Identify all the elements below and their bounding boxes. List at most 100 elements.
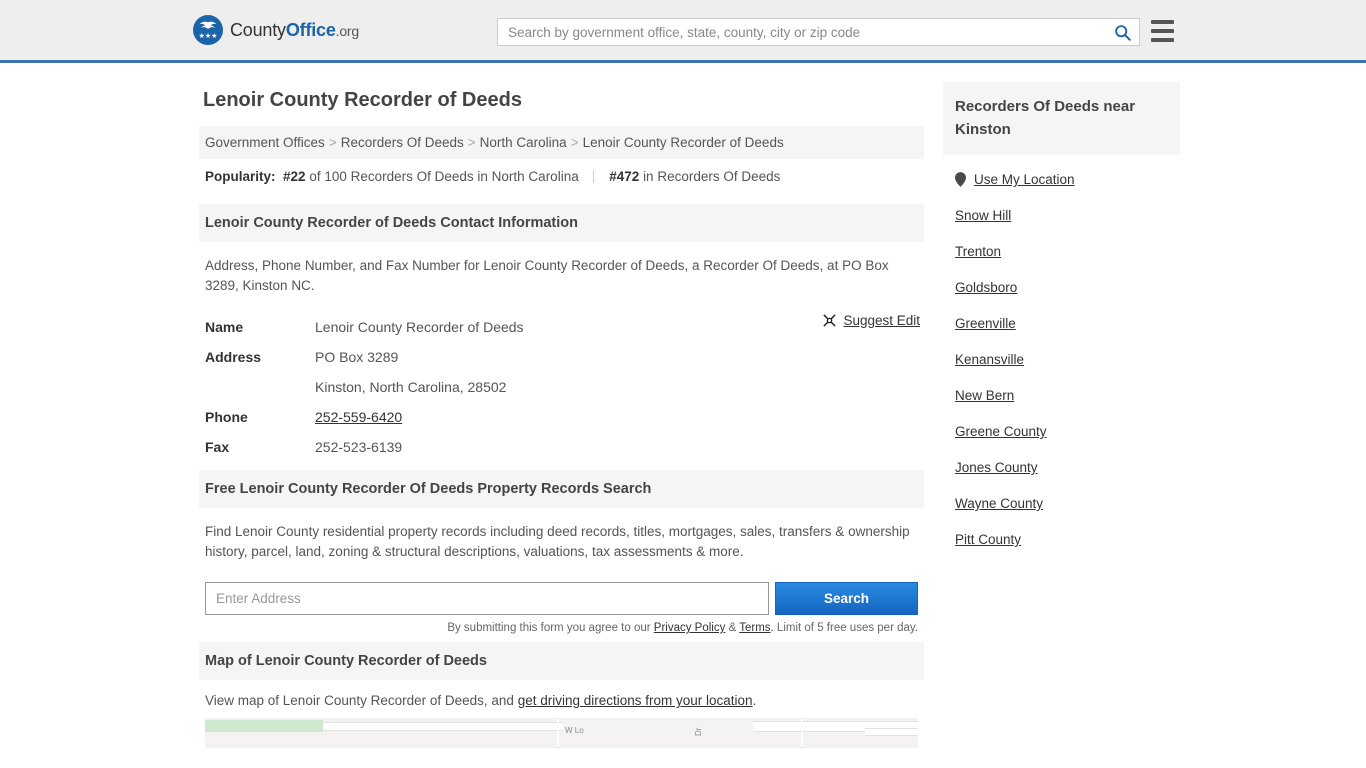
breadcrumb-item-current: Lenoir County Recorder of Deeds [582, 135, 784, 150]
sidebar-item-wayne-county[interactable]: Wayne County [955, 496, 1168, 511]
table-row: Fax 252-523-6139 [205, 432, 918, 462]
popularity-bar: Popularity: #22 of 100 Recorders Of Deed… [199, 159, 924, 196]
site-header: ★★★ CountyOffice.org [0, 0, 1366, 63]
site-logo[interactable]: ★★★ CountyOffice.org [193, 15, 359, 45]
phone-link[interactable]: 252-559-6420 [315, 409, 402, 425]
sidebar-link[interactable]: Greene County [955, 424, 1047, 439]
global-search-bar[interactable] [497, 18, 1140, 46]
popularity-national-rank: #472 [609, 169, 640, 184]
sidebar-item-pitt-county[interactable]: Pitt County [955, 532, 1168, 547]
map-section-note: View map of Lenoir County Recorder of De… [199, 680, 924, 718]
logo-wordmark: CountyOffice.org [230, 20, 359, 41]
sidebar: Recorders Of Deeds near Kinston Use My L… [943, 63, 1180, 748]
main-content: Lenoir County Recorder of Deeds Governme… [199, 63, 924, 748]
popularity-divider [593, 170, 595, 183]
suggest-edit-button[interactable]: Suggest Edit [822, 313, 920, 328]
stars-glyph: ★★★ [198, 33, 218, 40]
fineprint-prefix: By submitting this form you agree to our [447, 622, 651, 634]
contact-row-label: Fax [205, 439, 230, 455]
sidebar-links: Use My Location Snow Hill Trenton Goldsb… [943, 155, 1180, 547]
sidebar-link[interactable]: Jones County [955, 460, 1038, 475]
hamburger-bar [1151, 29, 1174, 33]
use-my-location-link[interactable]: Use My Location [974, 172, 1075, 187]
map-label: Dr [694, 727, 703, 736]
sidebar-item-greene-county[interactable]: Greene County [955, 424, 1168, 439]
breadcrumb-item-government-offices[interactable]: Government Offices [205, 135, 325, 150]
breadcrumb-separator: > [570, 135, 579, 150]
property-search-description: Find Lenoir County residential property … [205, 524, 910, 559]
contact-row-label [205, 372, 315, 402]
property-search-button[interactable]: Search [775, 582, 918, 615]
hamburger-menu-icon[interactable] [1151, 18, 1174, 44]
sidebar-link[interactable]: Trenton [955, 244, 1001, 259]
search-icon [1114, 24, 1131, 41]
breadcrumb-item-north-carolina[interactable]: North Carolina [480, 135, 567, 150]
hamburger-bar [1151, 38, 1174, 42]
table-row: Address PO Box 3289 [205, 342, 918, 372]
contact-row-value-city-state-zip: Kinston, North Carolina, 28502 [315, 379, 507, 395]
breadcrumb-item-recorders-of-deeds[interactable]: Recorders Of Deeds [341, 135, 464, 150]
sidebar-heading: Recorders Of Deeds near Kinston [943, 82, 1180, 155]
sidebar-item-kenansville[interactable]: Kenansville [955, 352, 1168, 367]
map-road [801, 718, 803, 748]
contact-row-label: Phone [205, 409, 248, 425]
page-title: Lenoir County Recorder of Deeds [203, 89, 522, 111]
map-pin-icon [955, 172, 966, 187]
search-submit-button[interactable] [1105, 19, 1139, 45]
terms-link[interactable]: Terms [739, 622, 770, 634]
breadcrumb-separator: > [328, 135, 337, 150]
map-road [557, 718, 559, 748]
popularity-label: Popularity: [205, 169, 276, 184]
map-label: W Lo [565, 726, 584, 735]
contact-row-value-phone: 252-559-6420 [315, 402, 402, 432]
search-input[interactable] [498, 19, 1105, 45]
eagle-seal-icon: ★★★ [193, 15, 223, 45]
driving-directions-link[interactable]: get driving directions from your locatio… [518, 693, 753, 708]
map-road [323, 722, 563, 731]
form-fineprint: By submitting this form you agree to our… [199, 615, 924, 634]
map-section-heading: Map of Lenoir County Recorder of Deeds [199, 642, 924, 680]
property-search-heading: Free Lenoir County Recorder Of Deeds Pro… [199, 470, 924, 508]
map-park-area [205, 720, 323, 732]
sidebar-link[interactable]: Wayne County [955, 496, 1043, 511]
sidebar-link[interactable]: Goldsboro [955, 280, 1017, 295]
sidebar-link[interactable]: Greenville [955, 316, 1016, 331]
sidebar-item-new-bern[interactable]: New Bern [955, 388, 1168, 403]
contact-row-value-fax: 252-523-6139 [315, 439, 403, 455]
sidebar-link[interactable]: Pitt County [955, 532, 1021, 547]
breadcrumb: Government Offices > Recorders Of Deeds > No… [199, 126, 924, 159]
contact-row-label: Address [205, 349, 262, 365]
map-road [865, 728, 918, 736]
privacy-policy-link[interactable]: Privacy Policy [654, 622, 726, 634]
breadcrumb-separator: > [467, 135, 476, 150]
contact-details-table: Name Lenoir County Recorder of Deeds Add… [199, 304, 924, 462]
sidebar-item-use-my-location[interactable]: Use My Location [955, 172, 1168, 187]
table-row: Phone 252-559-6420 [205, 402, 918, 432]
popularity-national-text: in Recorders Of Deeds [643, 169, 781, 184]
sidebar-link[interactable]: Kenansville [955, 352, 1024, 367]
contact-section-description: Address, Phone Number, and Fax Number fo… [205, 258, 889, 293]
suggest-edit-label: Suggest Edit [843, 313, 920, 328]
map-note-suffix: . [752, 693, 757, 708]
sidebar-item-trenton[interactable]: Trenton [955, 244, 1168, 259]
sidebar-item-snow-hill[interactable]: Snow Hill [955, 208, 1168, 223]
sidebar-item-greenville[interactable]: Greenville [955, 316, 1168, 331]
hamburger-bar [1151, 20, 1174, 24]
property-search-form: Search [199, 570, 924, 615]
address-input[interactable] [205, 582, 769, 615]
contact-section-heading: Lenoir County Recorder of Deeds Contact … [199, 204, 924, 242]
sidebar-item-goldsboro[interactable]: Goldsboro [955, 280, 1168, 295]
fineprint-suffix: . Limit of 5 free uses per day. [770, 622, 918, 634]
sidebar-item-jones-county[interactable]: Jones County [955, 460, 1168, 475]
popularity-state-text: of 100 Recorders Of Deeds in North Carol… [309, 169, 579, 184]
sidebar-link[interactable]: Snow Hill [955, 208, 1011, 223]
eagle-glyph [199, 21, 217, 29]
map-embed[interactable]: W Lo Dr Rd St [205, 718, 918, 748]
logo-text-office: Office [285, 19, 336, 40]
map-note-prefix: View map of Lenoir County Recorder of De… [205, 693, 514, 708]
contact-row-value-address: PO Box 3289 [315, 349, 399, 365]
sidebar-link[interactable]: New Bern [955, 388, 1014, 403]
logo-text-org: .org [335, 22, 360, 39]
logo-text-county: County [230, 19, 286, 40]
fineprint-amp: & [728, 622, 737, 634]
